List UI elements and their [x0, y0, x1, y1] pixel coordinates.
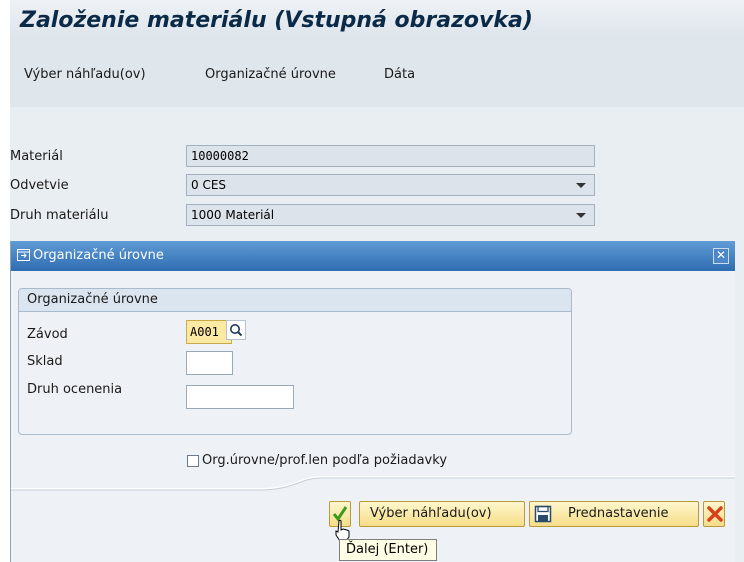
storage-location-field[interactable]: [186, 351, 233, 375]
save-icon: [534, 505, 552, 523]
menu-bar: Výber náhľadu(ov) Organizačné úrovne Dát…: [10, 54, 744, 98]
page-title: Založenie materiálu (Vstupná obrazovka): [20, 8, 533, 33]
industry-label: Odvetvie: [10, 178, 69, 193]
org-levels-group: Organizačné úrovne Závod Sklad Druh ocen…: [18, 288, 572, 435]
valuation-type-field[interactable]: [186, 385, 294, 409]
checkbox-label: Org.úrovne/prof.len podľa požiadavky: [202, 453, 448, 468]
dialog-window-icon: [17, 249, 30, 261]
search-help-button[interactable]: [226, 320, 246, 340]
valuation-type-label: Druh ocenenia: [27, 382, 123, 397]
title-bar: Založenie materiálu (Vstupná obrazovka): [10, 0, 744, 40]
material-type-dropdown[interactable]: 1000 Materiál: [186, 204, 595, 226]
default-values-button[interactable]: Prednastavenie: [529, 501, 699, 527]
material-type-value: 1000 Materiál: [191, 208, 275, 222]
material-field[interactable]: 10000082: [186, 145, 595, 167]
material-label: Materiál: [10, 149, 63, 164]
default-values-label: Prednastavenie: [568, 506, 669, 521]
checkbox[interactable]: [187, 454, 199, 467]
on-demand-org-levels-checkbox[interactable]: Org.úrovne/prof.len podľa požiadavky: [187, 453, 447, 468]
industry-dropdown[interactable]: 0 CES: [186, 174, 595, 196]
industry-value: 0 CES: [191, 178, 227, 192]
dialog-title-bar[interactable]: Organizačné úrovne ✕: [11, 241, 735, 271]
chevron-down-icon[interactable]: [576, 183, 586, 188]
storage-location-label: Sklad: [27, 354, 63, 369]
menu-item-data[interactable]: Dáta: [384, 67, 415, 82]
group-header: Organizačné úrovne: [19, 289, 571, 312]
menu-item-select-views[interactable]: Výber náhľadu(ov): [24, 67, 146, 82]
plant-label: Závod: [27, 327, 68, 342]
chevron-down-icon[interactable]: [576, 213, 586, 218]
material-type-label: Druh materiálu: [10, 208, 109, 223]
cancel-button[interactable]: [703, 501, 725, 527]
select-views-label: Výber náhľadu(ov): [370, 506, 492, 521]
close-icon[interactable]: ✕: [713, 248, 729, 264]
dialog-title: Organizačné úrovne: [33, 248, 164, 263]
select-views-button[interactable]: Výber náhľadu(ov): [359, 501, 525, 527]
search-icon: [230, 324, 243, 337]
menu-item-org-levels[interactable]: Organizačné úrovne: [205, 67, 336, 82]
cancel-icon: [707, 506, 723, 522]
group-title: Organizačné úrovne: [27, 292, 158, 307]
tooltip: Ďalej (Enter): [339, 539, 438, 561]
org-levels-dialog: Organizačné úrovne ✕ Organizačné úrovne …: [10, 241, 735, 562]
